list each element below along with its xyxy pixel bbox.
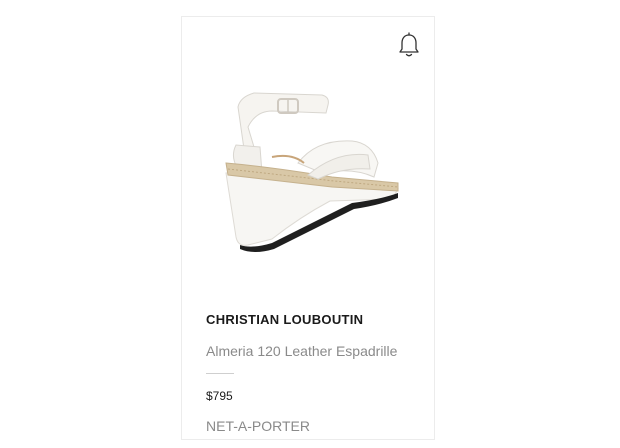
product-name[interactable]: Almeria 120 Leather Espadrille bbox=[206, 343, 397, 359]
bell-icon[interactable] bbox=[397, 32, 421, 60]
product-image[interactable] bbox=[212, 77, 412, 267]
product-brand[interactable]: CHRISTIAN LOUBOUTIN bbox=[206, 312, 363, 327]
page: CHRISTIAN LOUBOUTIN Almeria 120 Leather … bbox=[0, 0, 620, 448]
wedge-sandal-image bbox=[225, 92, 399, 252]
retailer-link[interactable]: NET-A-PORTER bbox=[206, 418, 310, 434]
product-card[interactable]: CHRISTIAN LOUBOUTIN Almeria 120 Leather … bbox=[181, 16, 435, 440]
divider bbox=[206, 373, 234, 374]
product-price: $795 bbox=[206, 389, 233, 403]
